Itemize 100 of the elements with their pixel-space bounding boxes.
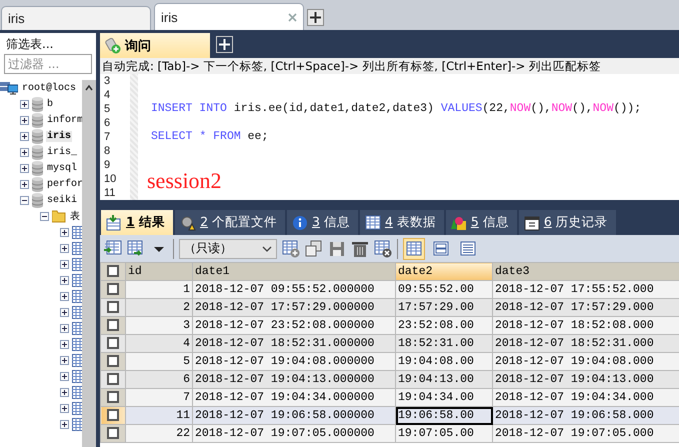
duplicate-icon[interactable] [305,240,323,258]
cancel-icon[interactable] [374,240,392,258]
database-icon [32,96,43,112]
window-tab[interactable]: iris [1,6,151,30]
sql-editor[interactable]: 3 4 5 6 7 8 9 10 11 INSERT INTO iris.ee(id,date1,date2,date3) VALUES(22,NOW(),NOW(),NOW()); SELECT * FROM ee; session2 [100,74,679,200]
row-checkbox[interactable] [107,390,119,403]
result-tab[interactable]: 1 结果 [101,210,174,235]
new-query-button[interactable] [216,36,233,53]
export-icon[interactable] [127,240,145,258]
expand-icon[interactable] [60,404,69,412]
row-checkbox[interactable] [107,300,119,313]
expand-icon[interactable] [20,148,29,156]
column-header[interactable]: date1 [192,262,396,280]
line-number: 8 [103,144,112,158]
expand-icon[interactable] [60,388,69,396]
query-tab[interactable]: 询问 [100,33,210,58]
database-item[interactable]: b [46,98,54,110]
expand-icon[interactable] [60,260,69,268]
expand-icon[interactable] [60,356,69,364]
table-cell: 2018-12-07 09:55:52.000000 [192,280,396,298]
expand-icon[interactable] [20,132,29,140]
table-icon [72,290,82,302]
calendar-icon [524,214,540,230]
row-checkbox[interactable] [107,426,119,439]
table-cell: 2018-12-07 18:52:31.000000 [192,334,396,352]
result-icon [106,214,122,230]
table-cell: 22 [126,424,192,442]
trash-icon[interactable] [351,240,369,258]
row-checkbox[interactable] [107,318,119,331]
table-cell: 2018-12-07 19:07:05.000000 [192,424,396,442]
table-cell: 2018-12-07 17:57:29.000 [492,298,679,316]
collapse-icon[interactable] [20,196,29,204]
expand-icon[interactable] [20,116,29,124]
expand-icon[interactable] [60,276,69,284]
grid-view-button[interactable] [403,238,425,260]
folder-item[interactable]: 表 [69,209,81,223]
table-cell: 18:52:31.00 [396,334,492,352]
expand-icon[interactable] [20,180,29,188]
scrollbar[interactable] [82,80,96,447]
new-tab-button[interactable] [307,9,324,26]
database-item[interactable]: perfor [46,178,82,190]
result-tab[interactable]: 2 个配置文件 [175,210,285,235]
database-item[interactable]: iris_ [46,146,78,158]
table-cell: 19:04:13.00 [396,370,492,388]
window-tab[interactable]: iris [154,3,304,30]
expand-icon[interactable] [60,340,69,348]
database-icon [32,144,43,160]
line-number: 10 [103,172,118,186]
expand-icon[interactable] [60,324,69,332]
add-row-icon[interactable] [282,240,300,258]
form-view-icon [433,240,449,256]
table-icon [72,338,82,350]
filter-field[interactable]: 过滤器 ... [4,54,92,74]
line-number: 9 [103,158,112,172]
mode-dropdown[interactable]: （只读） [179,238,277,258]
collapse-icon[interactable] [40,212,49,220]
table-cell: 2018-12-07 19:04:13.000000 [192,370,396,388]
database-icon [32,128,43,144]
expand-icon[interactable] [60,420,69,428]
row-checkbox[interactable] [107,282,119,295]
table-cell: 2018-12-07 18:52:31.000 [492,334,679,352]
database-item[interactable]: iris [46,130,72,142]
plus-icon [219,39,230,50]
database-item[interactable]: mysql [46,162,78,174]
result-tab[interactable]: 4 表数据 [360,210,444,235]
save-icon[interactable] [328,240,346,258]
column-header[interactable]: id [126,262,192,280]
expand-icon[interactable] [60,308,69,316]
expand-icon[interactable] [20,100,29,108]
expand-icon[interactable] [20,164,29,172]
scroll-up-icon[interactable] [85,85,93,91]
query-icon [105,38,121,54]
plus-icon [310,12,321,23]
table-cell: 2018-12-07 19:04:08.000000 [192,352,396,370]
table-icon [72,258,82,270]
table-icon [72,322,82,334]
row-checkbox[interactable] [107,372,119,385]
select-all-checkbox[interactable] [107,264,119,277]
row-checkbox[interactable] [107,336,119,349]
table-icon [72,418,82,430]
row-checkbox[interactable] [107,354,119,367]
import-icon[interactable] [104,240,122,258]
server-item[interactable]: root@locs [21,82,78,94]
result-tab[interactable]: 6 历史记录 [518,210,616,235]
table-icon [72,402,82,414]
expand-icon[interactable] [60,244,69,252]
table-cell: 17:57:29.00 [396,298,492,316]
column-header[interactable]: date2 [396,262,492,280]
result-tab[interactable]: 3 信息 [287,210,358,235]
row-checkbox[interactable] [107,408,119,421]
database-item[interactable]: seiki [46,194,78,206]
table-cell: 2018-12-07 19:06:58.000000 [192,406,396,424]
table-cell: 2018-12-07 19:04:08.000 [492,352,679,370]
result-tab[interactable]: 5 信息 [446,210,517,235]
expand-icon[interactable] [60,372,69,380]
expand-icon[interactable] [60,292,69,300]
table-cell: 1 [126,280,192,298]
column-header[interactable]: date3 [492,262,679,280]
table-icon [72,274,82,286]
expand-icon[interactable] [60,228,69,236]
